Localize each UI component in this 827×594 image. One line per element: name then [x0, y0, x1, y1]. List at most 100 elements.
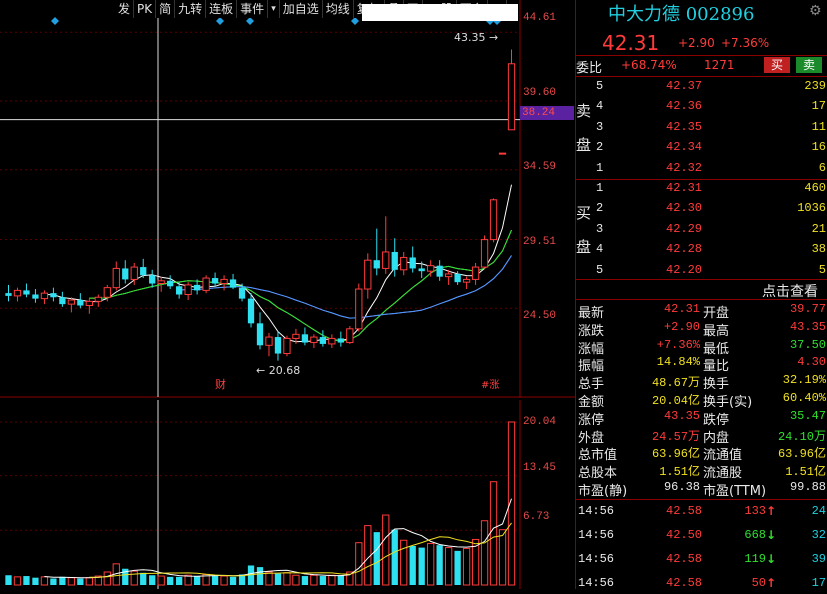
- volume-bar: [220, 575, 228, 586]
- stat-value: 20.04亿: [651, 394, 700, 408]
- tick-volume: 133: [744, 504, 766, 518]
- bid-level-row[interactable]: 1 42.31 460: [576, 181, 827, 199]
- volume-bar: [436, 545, 443, 585]
- weibi-label: 委比: [576, 61, 603, 76]
- level-price: 42.34: [666, 140, 703, 155]
- view-more-link[interactable]: 点击查看: [762, 281, 818, 301]
- toolbar-item[interactable]: 加自选: [280, 0, 323, 18]
- toolbar-item[interactable]: PK: [134, 0, 157, 18]
- stat-label: 流通股: [703, 466, 743, 482]
- stat-label: 量比: [703, 359, 730, 375]
- candle-body: [498, 152, 507, 155]
- tick-row: 14:56 42.58 133 ↑ 24: [576, 504, 827, 522]
- stat-value: 39.77: [789, 302, 826, 316]
- candle-body: [328, 337, 336, 345]
- level-price: 42.30: [666, 201, 703, 216]
- buy-button[interactable]: 买: [764, 57, 790, 73]
- stat-value: 24.10万: [777, 429, 826, 444]
- tick-price: 42.58: [666, 576, 703, 590]
- tick-row: 14:56 42.58 119 ↓ 39: [576, 552, 827, 570]
- toolbar-item[interactable]: ▾: [268, 0, 280, 18]
- settings-gear-icon[interactable]: ⚙: [809, 3, 822, 19]
- volume-axis-label: 20.04: [523, 416, 557, 428]
- candle-body: [427, 265, 435, 272]
- tick-count: 32: [811, 528, 826, 542]
- stat-label: 涨停: [578, 412, 605, 428]
- toolbar-item[interactable]: 连板: [206, 0, 238, 18]
- sell-button[interactable]: 卖: [796, 57, 822, 73]
- level-number: 4: [596, 99, 604, 114]
- candle-body: [265, 336, 273, 346]
- toolbar-item[interactable]: 发: [115, 0, 135, 18]
- level-price: 42.31: [666, 181, 703, 195]
- candle-body: [149, 275, 156, 284]
- ask-level-row[interactable]: 4 42.36 17: [576, 99, 827, 117]
- candle-body: [157, 280, 165, 285]
- stat-label: 市盈(TTM): [703, 484, 767, 499]
- event-diamond-icon: [246, 17, 254, 25]
- ask-level-row[interactable]: 2 42.34 16: [576, 140, 827, 158]
- ask-level-row[interactable]: 1 42.32 6: [576, 161, 827, 179]
- candle-body: [32, 294, 39, 299]
- tick-time: 14:56: [578, 504, 615, 518]
- volume-bar: [301, 576, 309, 585]
- arrow-up-icon: ↑: [766, 504, 777, 518]
- stat-value: +2.90: [663, 319, 700, 334]
- bid-level-row[interactable]: 4 42.28 38: [576, 242, 827, 260]
- quote-panel: 中大力德 002896 ⚙ 42.31 +2.90 +7.36% 委比 +68.…: [575, 0, 827, 590]
- volume-axis-label: 6.73: [523, 511, 550, 523]
- level-volume: 239: [804, 79, 826, 93]
- toolbar-item[interactable]: 均线: [323, 0, 354, 18]
- stat-row: 总市值 63.96亿 流通值 63.96亿: [576, 444, 827, 463]
- volume-bar: [40, 576, 49, 586]
- level-number: 5: [596, 79, 604, 93]
- level-price: 42.35: [666, 119, 703, 134]
- tick-time: 14:56: [578, 528, 615, 542]
- tick-price: 42.50: [666, 528, 703, 542]
- price-change-pct: +7.36%: [721, 36, 770, 50]
- financial-report-marker[interactable]: 财: [215, 376, 226, 392]
- divider: [576, 499, 827, 500]
- ask-level-row[interactable]: 3 42.35 11: [576, 120, 827, 138]
- price-axis-label: 39.60: [523, 87, 557, 99]
- stat-value: 96.38: [663, 480, 700, 494]
- level-volume: 1036: [797, 201, 826, 216]
- toolbar-item[interactable]: 简: [156, 0, 176, 18]
- candle-body: [418, 268, 425, 272]
- stat-value: 32.19%: [782, 373, 826, 388]
- candle-body: [229, 279, 237, 288]
- stat-label: 总手: [578, 377, 605, 393]
- low-price-annotation: ← 20.68: [256, 364, 301, 377]
- volume-bar: [149, 575, 156, 585]
- bid-level-row[interactable]: 5 42.20 5: [576, 263, 827, 281]
- toolbar-item[interactable]: 事件: [237, 0, 269, 18]
- toolbar-item[interactable]: 九转: [175, 0, 207, 18]
- volume-bar: [5, 575, 12, 585]
- candle-body: [409, 257, 416, 269]
- volume-bar: [211, 575, 219, 585]
- stock-title: 中大力德 002896: [608, 4, 755, 25]
- volume-bar: [498, 529, 507, 586]
- volume-bar: [409, 545, 416, 585]
- volume-bar: [480, 520, 489, 586]
- level-number: 2: [596, 140, 604, 155]
- ask-level-row[interactable]: 5 42.37 239: [576, 79, 827, 97]
- level-volume: 6: [818, 160, 826, 175]
- bid-level-row[interactable]: 2 42.30 1036: [576, 201, 827, 219]
- kline-chart[interactable]: [0, 0, 575, 398]
- volume-bar: [23, 576, 30, 585]
- volume-chart[interactable]: [0, 400, 575, 589]
- limit-up-marker[interactable]: #涨: [481, 376, 499, 391]
- candle-body: [122, 268, 129, 280]
- level-volume: 38: [811, 242, 826, 257]
- tick-price: 42.58: [666, 504, 703, 518]
- stat-value: +7.36%: [656, 337, 700, 352]
- tick-count: 24: [811, 504, 826, 518]
- stat-row: 外盘 24.57万 内盘 24.10万: [576, 427, 827, 446]
- stat-label: 换手: [703, 377, 730, 393]
- price-axis-label: 34.59: [523, 161, 557, 173]
- bid-level-row[interactable]: 3 42.29 21: [576, 222, 827, 240]
- volume-bar: [77, 578, 84, 585]
- stat-row: 涨幅 +7.36% 最低 37.50: [576, 337, 827, 357]
- volume-bar: [59, 576, 66, 585]
